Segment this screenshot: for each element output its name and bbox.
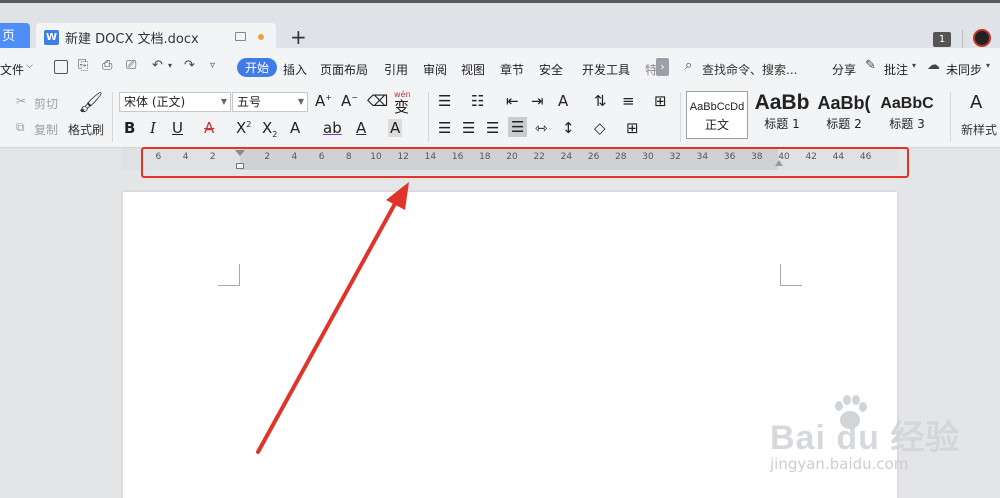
arrow-head (386, 182, 409, 210)
watermark-url: jingyan.baidu.com (770, 455, 909, 473)
watermark-brand: Bai du 经验 (770, 419, 961, 457)
arrow-shaft (256, 198, 399, 454)
